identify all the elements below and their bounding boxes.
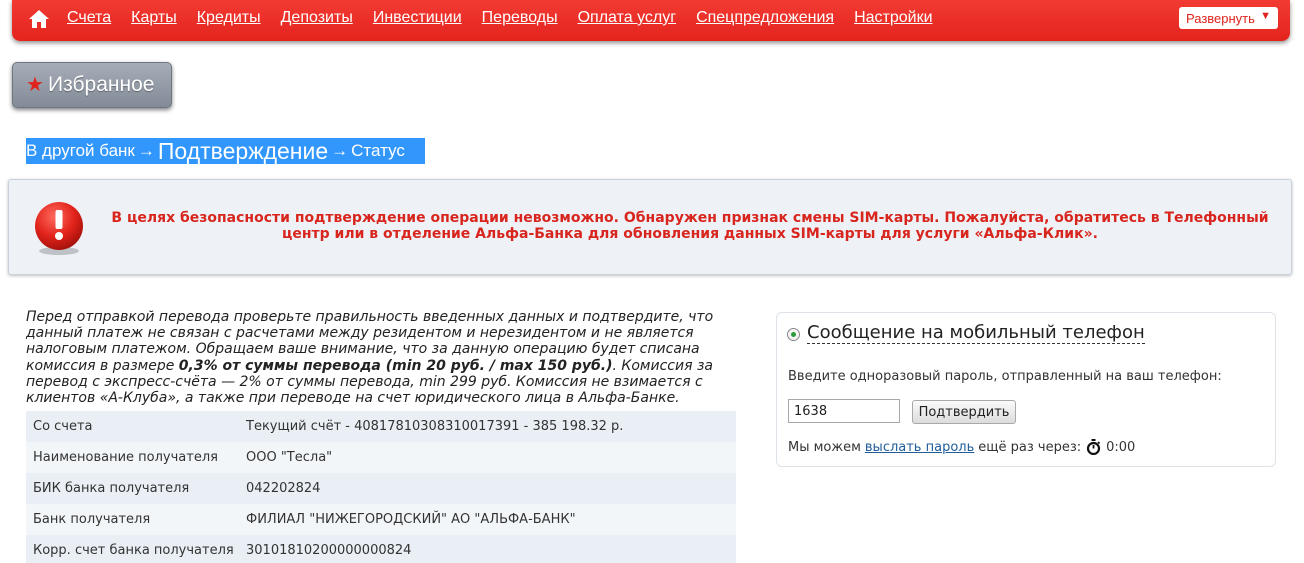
resend-prefix: Мы можем <box>788 439 861 455</box>
home-icon[interactable] <box>28 8 50 30</box>
breadcrumb: В другой банк → Подтверждение → Статус <box>26 138 425 164</box>
otp-prompt: Введите одноразовый пароль, отправленный… <box>788 369 1222 384</box>
resend-suffix: ещё раз через: <box>978 439 1082 455</box>
favorites-button[interactable]: ★ Избранное <box>12 62 172 108</box>
details-label: Банк получателя <box>33 512 151 527</box>
details-label: Корр. счет банка получателя <box>33 543 234 558</box>
top-navigation-bar: Счета Карты Кредиты Депозиты Инвестиции … <box>12 0 1290 41</box>
details-value: 042202824 <box>246 481 321 496</box>
table-row: Наименование получателя ООО "Тесла" <box>26 442 736 473</box>
breadcrumb-step-status: Статус <box>351 141 405 160</box>
breadcrumb-arrow-icon: → <box>137 141 155 160</box>
security-alert: В целях безопасности подтверждение опера… <box>8 179 1292 275</box>
details-value: 30101810200000000824 <box>246 543 412 558</box>
nav-link-payments[interactable]: Оплата услуг <box>578 9 676 27</box>
table-row: Корр. счет банка получателя 301018102000… <box>26 535 736 563</box>
chevron-down-icon: ▼ <box>1260 10 1271 22</box>
expand-menu-button[interactable]: Развернуть ▼ <box>1179 7 1278 29</box>
breadcrumb-step-confirmation: Подтверждение <box>157 137 329 164</box>
nav-link-accounts[interactable]: Счета <box>67 9 111 27</box>
details-value: Текущий счёт - 40817810308310017391 - 38… <box>246 419 624 434</box>
nav-link-special-offers[interactable]: Спецпредложения <box>696 9 834 27</box>
nav-link-cards[interactable]: Карты <box>131 9 177 27</box>
details-value: ФИЛИАЛ "НИЖЕГОРОДСКИЙ" АО "АЛЬФА-БАНК" <box>246 512 576 527</box>
sms-method-title[interactable]: Сообщение на мобильный телефон <box>807 322 1145 344</box>
nav-link-settings[interactable]: Настройки <box>854 9 932 27</box>
star-icon: ★ <box>26 74 44 96</box>
details-value: ООО "Тесла" <box>246 450 333 465</box>
confirm-button[interactable]: Подтвердить <box>912 400 1016 424</box>
nav-link-investments[interactable]: Инвестиции <box>373 9 462 27</box>
table-row: Банк получателя ФИЛИАЛ "НИЖЕГОРОДСКИЙ" А… <box>26 504 736 535</box>
table-row: БИК банка получателя 042202824 <box>26 473 736 504</box>
commission-disclaimer: Перед отправкой перевода проверьте прави… <box>26 309 738 406</box>
table-row: Со счета Текущий счёт - 4081781030831001… <box>26 411 736 442</box>
resend-line: Мы можем выслать пароль ещё раз через: 0… <box>788 439 1135 455</box>
favorites-label: Избранное <box>48 73 155 96</box>
stopwatch-icon <box>1087 439 1101 455</box>
exclamation-icon <box>35 202 83 255</box>
nav-link-transfers[interactable]: Переводы <box>482 9 558 27</box>
transfer-details-table: Со счета Текущий счёт - 4081781030831001… <box>26 411 736 563</box>
otp-input[interactable] <box>788 399 900 423</box>
details-label: Наименование получателя <box>33 450 218 465</box>
resend-timer: 0:00 <box>1106 439 1136 455</box>
details-label: Со счета <box>33 419 93 434</box>
breadcrumb-step-other-bank: В другой банк <box>26 141 135 160</box>
expand-menu-label: Развернуть <box>1186 11 1255 26</box>
alert-message: В целях безопасности подтверждение опера… <box>111 210 1269 242</box>
nav-link-deposits[interactable]: Депозиты <box>281 9 353 27</box>
resend-password-link[interactable]: выслать пароль <box>865 440 974 455</box>
sms-confirmation-panel: Сообщение на мобильный телефон Введите о… <box>776 312 1276 467</box>
main-menu: Счета Карты Кредиты Депозиты Инвестиции … <box>67 9 953 27</box>
nav-link-loans[interactable]: Кредиты <box>197 9 261 27</box>
sms-method-radio[interactable] <box>787 328 800 341</box>
disclaimer-commission: 0,3% от суммы перевода (min 20 руб. / ma… <box>178 357 613 374</box>
details-label: БИК банка получателя <box>33 481 190 496</box>
breadcrumb-arrow-icon: → <box>331 141 349 160</box>
